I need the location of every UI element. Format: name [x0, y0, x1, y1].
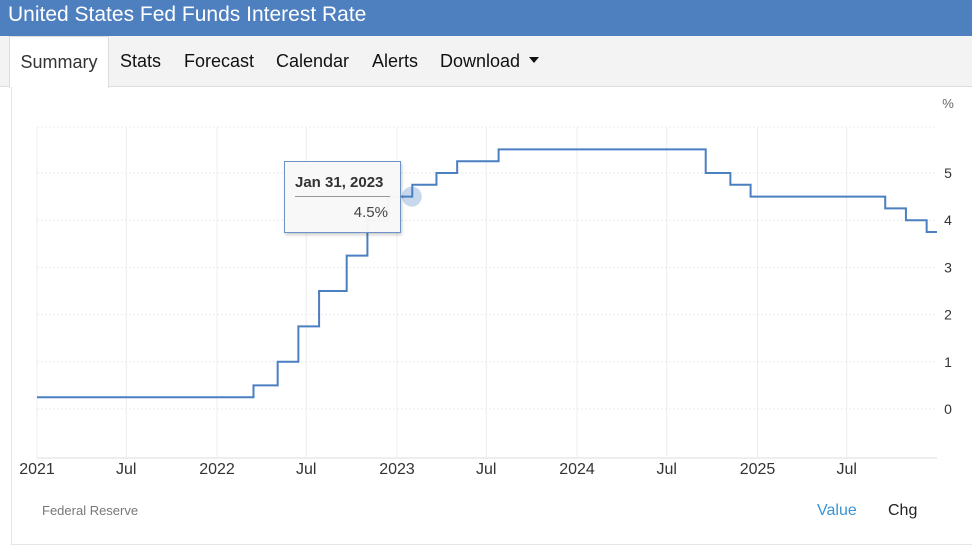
- tooltip: Jan 31, 2023 4.5%: [284, 161, 401, 233]
- highlight-marker: [401, 186, 422, 207]
- x-tick-label: Jul: [116, 461, 136, 478]
- x-tick-label: Jul: [657, 461, 677, 478]
- chg-button[interactable]: Chg: [888, 502, 917, 520]
- x-tick-label: 2021: [19, 461, 55, 478]
- tooltip-divider: [295, 196, 390, 197]
- y-tick-label: 3: [944, 259, 952, 275]
- y-tick-label: 4: [944, 212, 952, 228]
- series-line: [37, 148, 937, 399]
- y-tick-label: 0: [944, 401, 952, 417]
- grid-layer: [36, 126, 937, 459]
- x-tick-label: 2024: [559, 461, 595, 478]
- x-tick-label: 2023: [379, 461, 415, 478]
- line-layer: [37, 148, 937, 399]
- y-tick-label: 2: [944, 307, 952, 323]
- x-tick-label: 2025: [740, 461, 776, 478]
- y-tick-label: 1: [944, 354, 952, 370]
- tooltip-value: 4.5%: [353, 204, 388, 221]
- source-label: Federal Reserve: [42, 503, 139, 518]
- y-tick-label: 5: [944, 165, 952, 181]
- value-button[interactable]: Value: [817, 502, 857, 520]
- y-axis-unit: %: [942, 96, 954, 111]
- tick-layer: 0 1 2 3 4 5 2021 Jul 2022 Jul 2023 Jul 2024 Jul 2025 Ju…: [19, 165, 952, 478]
- tooltip-date: Jan 31, 2023: [295, 174, 384, 191]
- x-tick-label: Jul: [476, 461, 496, 478]
- chart: 0 1 2 3 4 5 2021 Jul 2022 Jul 2023 Jul 2024 Jul 2025 Ju…: [19, 96, 954, 478]
- x-tick-label: 2022: [199, 461, 235, 478]
- x-tick-label: Jul: [837, 461, 857, 478]
- x-tick-label: Jul: [296, 461, 316, 478]
